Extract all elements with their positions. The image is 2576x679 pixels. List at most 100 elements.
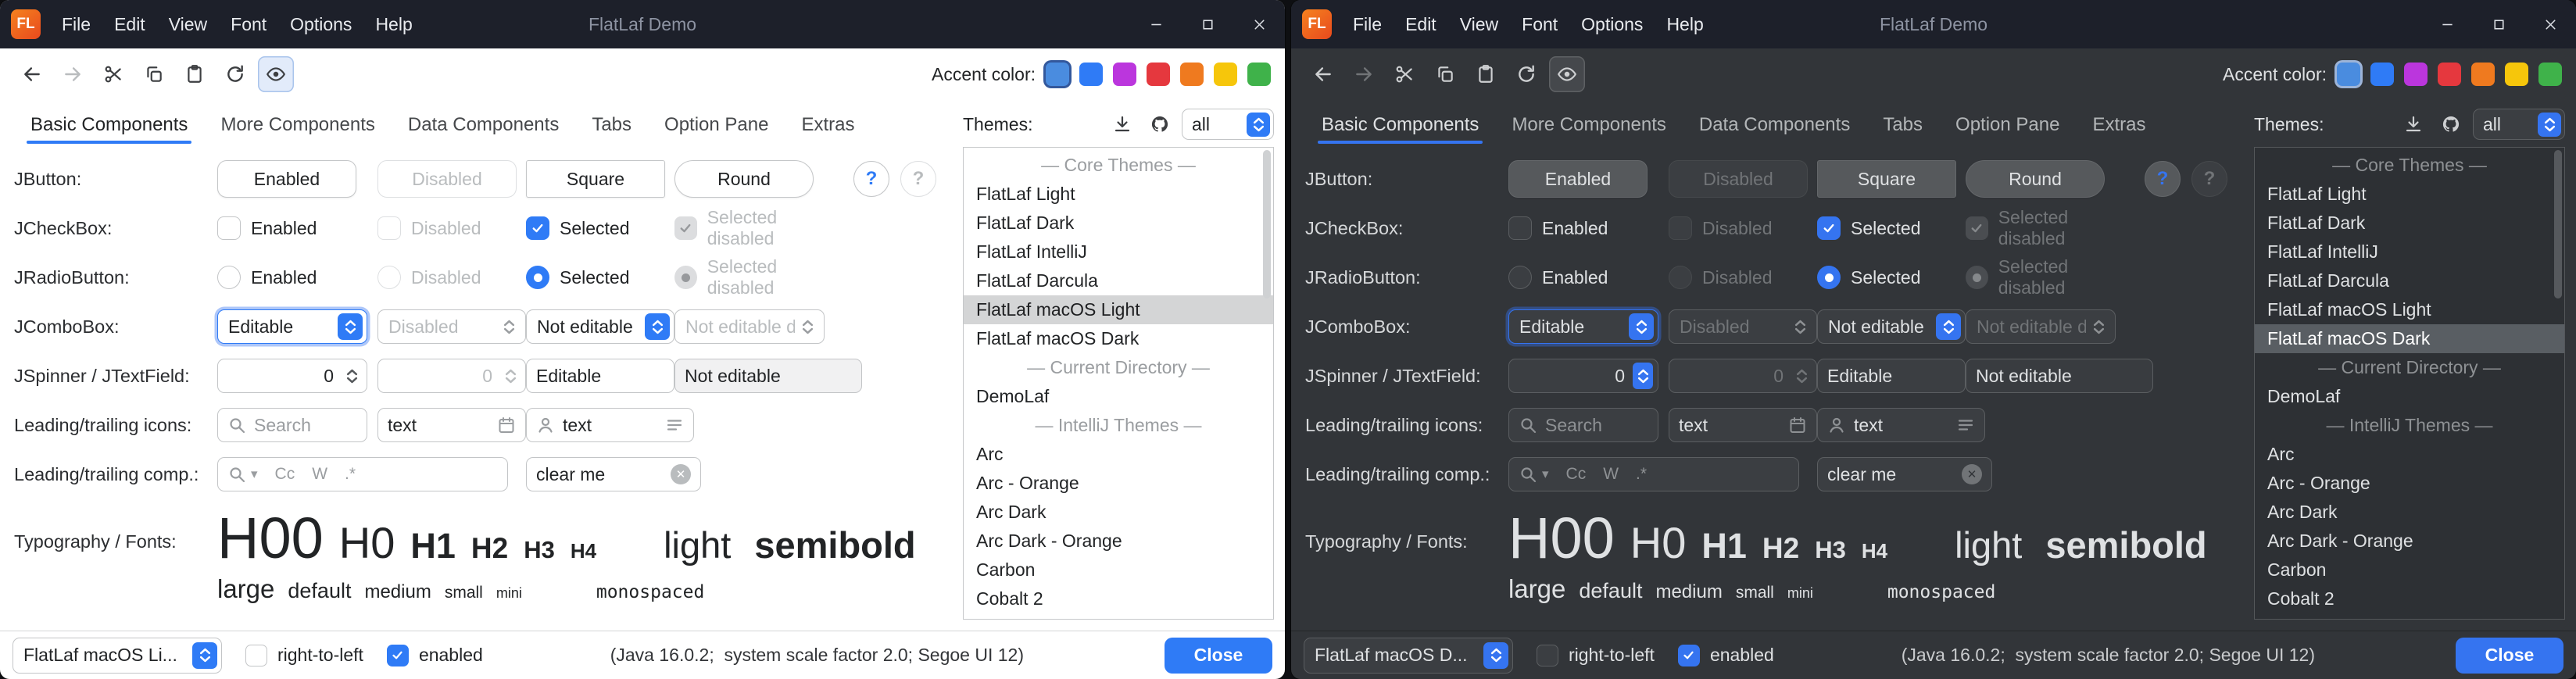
menu-font[interactable]: Font — [1510, 0, 1569, 48]
rtl-checkbox[interactable]: right-to-left — [1537, 645, 1655, 666]
show-components-toggle[interactable] — [258, 56, 294, 92]
theme-item-arc-orange[interactable]: Arc - Orange — [964, 469, 1273, 498]
refresh-button[interactable] — [1508, 56, 1544, 92]
theme-item-cobalt-2[interactable]: Cobalt 2 — [964, 584, 1273, 613]
tab-data-components[interactable]: Data Components — [1683, 103, 1866, 147]
spinner-arrows-icon[interactable] — [342, 363, 362, 389]
combobox-arrow-icon[interactable] — [645, 313, 670, 340]
checkbox-enabled[interactable]: Enabled — [217, 216, 317, 240]
menu-file[interactable]: File — [50, 0, 102, 48]
theme-item-flatlaf-darcula[interactable]: FlatLaf Darcula — [2255, 266, 2564, 295]
help-button[interactable]: ? — [853, 161, 889, 197]
accent-swatch-purple[interactable] — [1113, 63, 1136, 86]
themes-filter-combo[interactable]: all — [1182, 109, 1274, 140]
copy-button[interactable] — [1427, 56, 1463, 92]
paste-button[interactable] — [177, 56, 213, 92]
calendar-icon[interactable] — [497, 416, 516, 434]
search-field[interactable]: Search — [1508, 408, 1658, 442]
editable-textfield[interactable]: Editable — [526, 359, 674, 393]
accent-swatch-yellow[interactable] — [2505, 63, 2528, 86]
menu-icon[interactable] — [665, 416, 684, 434]
accent-swatch-yellow[interactable] — [1214, 63, 1237, 86]
round-button[interactable]: Round — [674, 160, 814, 198]
tab-tabs[interactable]: Tabs — [575, 103, 648, 147]
maximize-button[interactable] — [2473, 0, 2524, 48]
back-button[interactable] — [1305, 56, 1341, 92]
accent-swatch-default[interactable] — [1046, 63, 1069, 86]
spinner-arrows-icon[interactable] — [1633, 363, 1653, 389]
theme-item-flatlaf-intellij[interactable]: FlatLaf IntelliJ — [2255, 238, 2564, 266]
radio-selected[interactable]: Selected — [526, 266, 630, 289]
combobox-arrow-icon[interactable] — [338, 313, 363, 340]
download-theme-button[interactable] — [1107, 109, 1138, 140]
theme-item-arc-orange[interactable]: Arc - Orange — [2255, 469, 2564, 498]
github-button[interactable] — [1144, 109, 1175, 140]
rtl-checkbox[interactable]: right-to-left — [245, 645, 363, 666]
square-button[interactable]: Square — [526, 160, 665, 198]
combobox-arrow-icon[interactable] — [1483, 642, 1508, 669]
radio-selected[interactable]: Selected — [1817, 266, 1921, 289]
refresh-button[interactable] — [217, 56, 253, 92]
theme-item-carbon[interactable]: Carbon — [964, 556, 1273, 584]
theme-item-arc[interactable]: Arc — [964, 440, 1273, 469]
menu-icon[interactable] — [1956, 416, 1975, 434]
search-field[interactable]: Search — [217, 408, 367, 442]
caret-down-icon[interactable]: ▾ — [1542, 466, 1549, 482]
enabled-checkbox[interactable]: enabled — [387, 645, 483, 666]
accent-swatch-default[interactable] — [2337, 63, 2360, 86]
menu-view[interactable]: View — [157, 0, 219, 48]
menu-file[interactable]: File — [1341, 0, 1394, 48]
tab-tabs[interactable]: Tabs — [1866, 103, 1939, 147]
user-field[interactable]: text — [526, 408, 694, 442]
accent-swatch-green[interactable] — [2538, 63, 2562, 86]
clearable-field[interactable]: clear me✕ — [526, 457, 701, 491]
radio-enabled[interactable]: Enabled — [217, 266, 317, 289]
radio-enabled[interactable]: Enabled — [1508, 266, 1608, 289]
search-options-field[interactable]: ▾CcW.* — [1508, 457, 1799, 491]
combobox-arrow-icon[interactable] — [1629, 313, 1654, 340]
theme-item-flatlaf-intellij[interactable]: FlatLaf IntelliJ — [964, 238, 1273, 266]
theme-item-demolaf[interactable]: DemoLaf — [964, 382, 1273, 411]
minimize-button[interactable] — [1130, 0, 1182, 48]
enabled-button[interactable]: Enabled — [1508, 160, 1648, 198]
menu-options[interactable]: Options — [1569, 0, 1655, 48]
menu-options[interactable]: Options — [278, 0, 363, 48]
theme-item-arc-dark-orange[interactable]: Arc Dark - Orange — [2255, 527, 2564, 556]
match-case-button[interactable]: Cc — [275, 465, 295, 484]
close-button[interactable]: Close — [2456, 638, 2563, 674]
theme-item-flatlaf-macos-dark[interactable]: FlatLaf macOS Dark — [2255, 324, 2564, 353]
not-editable-combobox[interactable]: Not editable — [526, 309, 674, 344]
round-button[interactable]: Round — [1966, 160, 2105, 198]
tab-extras[interactable]: Extras — [2076, 103, 2162, 147]
date-field[interactable]: text — [377, 408, 526, 442]
minimize-button[interactable] — [2421, 0, 2473, 48]
tab-extras[interactable]: Extras — [785, 103, 871, 147]
laf-combobox[interactable]: FlatLaf macOS D... — [1304, 638, 1513, 674]
theme-item-flatlaf-light[interactable]: FlatLaf Light — [964, 180, 1273, 209]
theme-item-arc-dark[interactable]: Arc Dark — [964, 498, 1273, 527]
combobox-arrow-icon[interactable] — [2538, 113, 2561, 137]
tab-basic-components[interactable]: Basic Components — [14, 103, 204, 147]
copy-button[interactable] — [136, 56, 172, 92]
whole-words-button[interactable]: W — [1603, 465, 1619, 484]
menu-help[interactable]: Help — [363, 0, 424, 48]
scrollbar-thumb[interactable] — [2554, 150, 2562, 298]
user-field[interactable]: text — [1817, 408, 1985, 442]
paste-button[interactable] — [1468, 56, 1504, 92]
theme-item-flatlaf-dark[interactable]: FlatLaf Dark — [2255, 209, 2564, 238]
regex-button[interactable]: .* — [1636, 465, 1647, 484]
accent-swatch-purple[interactable] — [2404, 63, 2428, 86]
show-components-toggle[interactable] — [1549, 56, 1585, 92]
theme-item-flatlaf-darcula[interactable]: FlatLaf Darcula — [964, 266, 1273, 295]
editable-combobox[interactable]: Editable — [217, 309, 367, 344]
enabled-checkbox[interactable]: enabled — [1678, 645, 1774, 666]
scrollbar-thumb[interactable] — [1263, 150, 1271, 298]
tab-option-pane[interactable]: Option Pane — [1939, 103, 2076, 147]
spinner[interactable]: 0 — [1508, 359, 1658, 393]
tab-more-components[interactable]: More Components — [1495, 103, 1682, 147]
close-button[interactable]: Close — [1165, 638, 1272, 674]
close-window-button[interactable] — [2524, 0, 2576, 48]
theme-item-arc-dark-orange[interactable]: Arc Dark - Orange — [964, 527, 1273, 556]
theme-item-flatlaf-dark[interactable]: FlatLaf Dark — [964, 209, 1273, 238]
back-button[interactable] — [14, 56, 50, 92]
